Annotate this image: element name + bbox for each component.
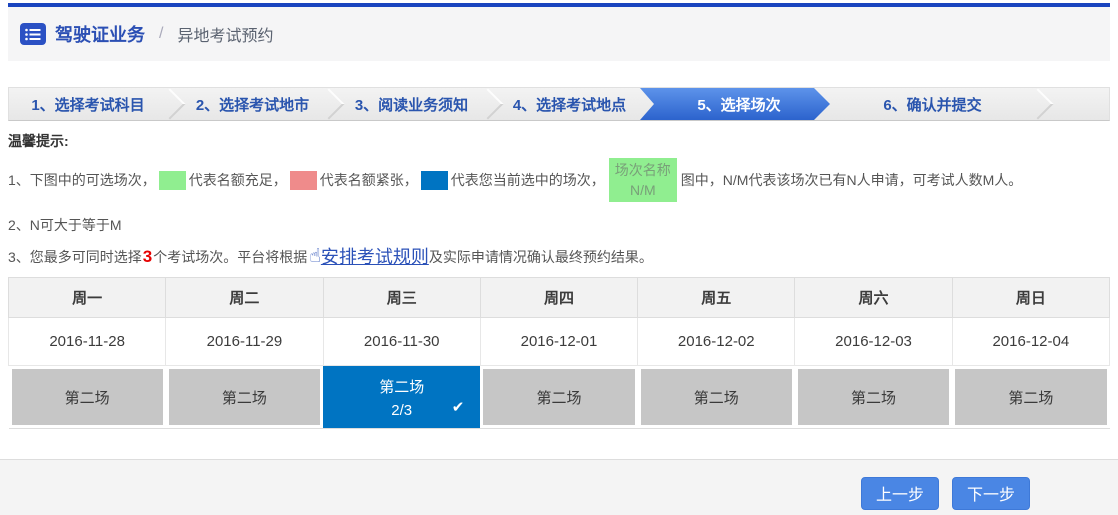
tip3-part2: 个考试场次。平台将根据 bbox=[153, 245, 307, 269]
date-cell: 2016-12-01 bbox=[480, 318, 637, 366]
selected-color-swatch bbox=[421, 171, 448, 190]
session-row: 第二场 第二场 第二场 2/3 ✔ 第二场 第二场 第二场 第二场 bbox=[9, 366, 1110, 429]
tips-title: 温馨提示: bbox=[8, 131, 1110, 151]
date-cell: 2016-12-04 bbox=[952, 318, 1109, 366]
steps-bar-filler bbox=[1047, 88, 1109, 120]
weekday-header: 周日 bbox=[952, 278, 1109, 318]
weekday-header: 周四 bbox=[480, 278, 637, 318]
legend-session-name: 场次名称 bbox=[615, 162, 671, 178]
step-3-read-notice[interactable]: 3、阅读业务须知 bbox=[338, 88, 485, 120]
weekday-header: 周三 bbox=[323, 278, 480, 318]
weekday-header: 周二 bbox=[166, 278, 323, 318]
breadcrumb-separator: / bbox=[159, 25, 163, 43]
tip-line-2: 2、N可大于等于M bbox=[8, 215, 1110, 235]
chevron-right-icon bbox=[167, 88, 179, 120]
legend-quota: N/M bbox=[630, 182, 656, 198]
tight-color-swatch bbox=[290, 171, 317, 190]
weekday-header: 周五 bbox=[638, 278, 795, 318]
session-label: 第二场 bbox=[379, 376, 424, 397]
tip1-prefix: 1、下图中的可选场次， bbox=[8, 170, 156, 190]
footer-action-bar: 上一步 下一步 bbox=[0, 459, 1118, 515]
session-quota: 2/3 bbox=[391, 402, 412, 419]
tip3-part3: 及实际申请情况确认最终预约结果。 bbox=[429, 245, 653, 269]
session-option[interactable]: 第二场 bbox=[12, 369, 163, 425]
chevron-right-icon bbox=[485, 88, 497, 120]
tip1-suffix: 图中，N/M代表该场次已有N人申请，可考试人数M人。 bbox=[681, 170, 1022, 190]
breadcrumb-page: 异地考试预约 bbox=[177, 22, 273, 46]
session-legend-box: 场次名称 N/M bbox=[609, 158, 677, 202]
tip-line-1: 1、下图中的可选场次， 代表名额充足， 代表名额紧张， 代表您当前选中的场次， … bbox=[8, 157, 1110, 203]
tip3-part1: 3、您最多可同时选择 bbox=[8, 245, 142, 269]
tip-line-3: 3、您最多可同时选择 3 个考试场次。平台将根据 ☝ 安排考试规则 及实际申请情… bbox=[8, 245, 1110, 269]
step-2-select-city[interactable]: 2、选择考试地市 bbox=[179, 88, 326, 120]
max-select-count: 3 bbox=[142, 245, 153, 269]
available-color-swatch bbox=[159, 171, 186, 190]
session-option[interactable]: 第二场 bbox=[641, 369, 792, 425]
pointing-hand-icon: ☝ bbox=[309, 245, 321, 269]
date-cell: 2016-11-28 bbox=[9, 318, 166, 366]
page: 驾驶证业务 / 异地考试预约 1、选择考试科目 2、选择考试地市 3、阅读业务须… bbox=[0, 0, 1118, 515]
check-icon: ✔ bbox=[452, 398, 465, 416]
prev-step-button[interactable]: 上一步 bbox=[861, 477, 939, 510]
session-table: 周一 周二 周三 周四 周五 周六 周日 2016-11-28 2016-11-… bbox=[8, 277, 1110, 429]
session-option[interactable]: 第二场 bbox=[483, 369, 634, 425]
chevron-right-icon bbox=[326, 88, 338, 120]
date-row: 2016-11-28 2016-11-29 2016-11-30 2016-12… bbox=[9, 318, 1110, 366]
step-1-select-subject[interactable]: 1、选择考试科目 bbox=[9, 88, 167, 120]
session-option[interactable]: 第二场 bbox=[955, 369, 1106, 425]
step-5-select-session[interactable]: 5、选择场次 bbox=[640, 88, 830, 120]
tip1-blue-label: 代表您当前选中的场次， bbox=[451, 170, 605, 190]
breadcrumb-section: 驾驶证业务 bbox=[55, 21, 145, 47]
date-cell: 2016-12-03 bbox=[795, 318, 952, 366]
tip1-red-label: 代表名额紧张， bbox=[320, 170, 418, 190]
steps-bar: 1、选择考试科目 2、选择考试地市 3、阅读业务须知 4、选择考试地点 5、选择… bbox=[8, 87, 1110, 121]
next-step-button[interactable]: 下一步 bbox=[952, 477, 1030, 510]
weekday-header-row: 周一 周二 周三 周四 周五 周六 周日 bbox=[9, 278, 1110, 318]
page-header: 驾驶证业务 / 异地考试预约 bbox=[8, 7, 1110, 61]
date-cell: 2016-11-29 bbox=[166, 318, 323, 366]
chevron-right-icon bbox=[1035, 88, 1047, 120]
step-4-select-site[interactable]: 4、选择考试地点 bbox=[497, 88, 642, 120]
session-option-selected[interactable]: 第二场 2/3 ✔ bbox=[323, 366, 480, 428]
tip1-green-label: 代表名额充足， bbox=[189, 170, 287, 190]
weekday-header: 周六 bbox=[795, 278, 952, 318]
weekday-header: 周一 bbox=[9, 278, 166, 318]
tips-section: 温馨提示: 1、下图中的可选场次， 代表名额充足， 代表名额紧张， 代表您当前选… bbox=[8, 131, 1110, 269]
list-icon bbox=[20, 23, 46, 45]
date-cell: 2016-11-30 bbox=[323, 318, 480, 366]
step-6-confirm-submit[interactable]: 6、确认并提交 bbox=[830, 88, 1035, 120]
session-option[interactable]: 第二场 bbox=[169, 369, 320, 425]
exam-rules-link[interactable]: 安排考试规则 bbox=[321, 245, 429, 269]
session-option[interactable]: 第二场 bbox=[798, 369, 949, 425]
date-cell: 2016-12-02 bbox=[638, 318, 795, 366]
